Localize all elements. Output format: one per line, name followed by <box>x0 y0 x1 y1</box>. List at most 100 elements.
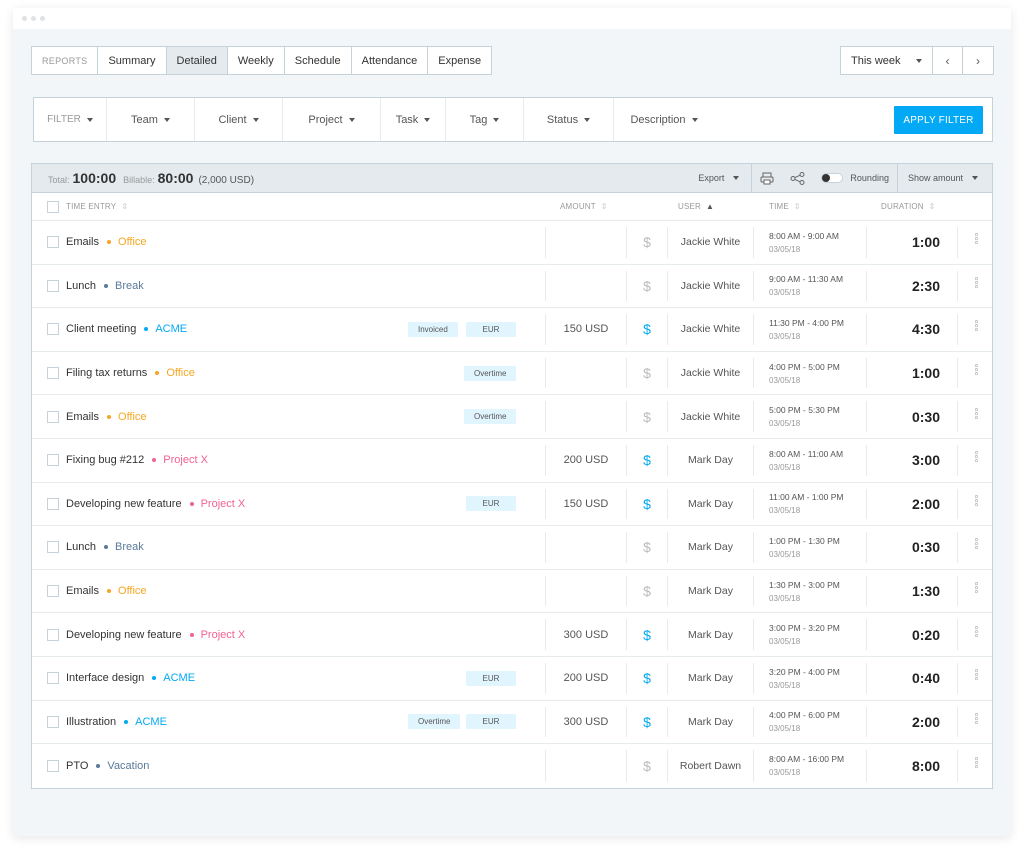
print-button[interactable] <box>752 164 782 192</box>
duration-cell[interactable]: 8:00 <box>867 744 940 788</box>
apply-filter-button[interactable]: APPLY FILTER <box>894 106 983 134</box>
select-all-checkbox[interactable] <box>47 200 59 213</box>
column-time-entry[interactable]: TIME ENTRY ⇳ <box>66 202 128 211</box>
column-time[interactable]: TIME ⇳ <box>769 202 801 211</box>
duration-cell[interactable]: 1:00 <box>867 221 940 264</box>
row-checkbox[interactable] <box>47 483 59 526</box>
entry-project[interactable]: Project X <box>189 629 245 641</box>
table-row[interactable]: Emails Office $ Jackie White 8:00 AM - 9:00 … <box>32 221 992 265</box>
table-row[interactable]: Illustration ACME Overtime EUR 300 USD $ Mark … <box>32 701 992 745</box>
entry-cell[interactable]: Client meeting ACME <box>66 308 187 351</box>
tab-detailed[interactable]: Detailed <box>166 47 228 74</box>
entry-cell[interactable]: Lunch Break <box>66 526 144 569</box>
billable-toggle[interactable]: $ <box>627 526 667 569</box>
row-checkbox[interactable] <box>47 352 59 395</box>
duration-cell[interactable]: 1:00 <box>867 352 940 395</box>
row-checkbox[interactable] <box>47 395 59 438</box>
share-button[interactable] <box>782 164 813 192</box>
billable-toggle[interactable]: $ <box>627 439 667 482</box>
show-amount-dropdown[interactable]: Show amount <box>898 164 992 192</box>
entry-project[interactable]: Project X <box>152 454 208 466</box>
billable-toggle[interactable]: $ <box>627 221 667 264</box>
entry-cell[interactable]: Developing new feature Project X <box>66 483 245 526</box>
tab-weekly[interactable]: Weekly <box>228 47 285 74</box>
row-menu-button[interactable]: ° ° ° <box>958 570 994 613</box>
row-menu-button[interactable]: ° ° ° <box>958 308 994 351</box>
entry-project[interactable]: Break <box>103 541 144 553</box>
entry-cell[interactable]: Developing new feature Project X <box>66 613 245 656</box>
duration-cell[interactable]: 3:00 <box>867 439 940 482</box>
time-cell[interactable]: 9:00 AM - 11:30 AM 03/05/18 <box>769 265 843 308</box>
entry-project[interactable]: ACME <box>152 672 195 684</box>
entry-project[interactable]: Office <box>107 585 147 597</box>
row-checkbox[interactable] <box>47 526 59 569</box>
row-checkbox[interactable] <box>47 701 59 744</box>
table-row[interactable]: Lunch Break $ Mark Day 1:00 PM - 1:30 PM 03/0… <box>32 526 992 570</box>
billable-toggle[interactable]: $ <box>627 657 667 700</box>
duration-cell[interactable]: 1:30 <box>867 570 940 613</box>
entry-project[interactable]: ACME <box>144 323 187 335</box>
table-row[interactable]: Emails Office $ Mark Day 1:30 PM - 3:00 PM 03… <box>32 570 992 614</box>
row-menu-button[interactable]: ° ° ° <box>958 657 994 700</box>
duration-cell[interactable]: 0:20 <box>867 613 940 656</box>
billable-toggle[interactable]: $ <box>627 701 667 744</box>
time-cell[interactable]: 11:30 PM - 4:00 PM 03/05/18 <box>769 308 844 351</box>
row-menu-button[interactable]: ° ° ° <box>958 221 994 264</box>
tab-expense[interactable]: Expense <box>428 47 491 74</box>
table-row[interactable]: Interface design ACME EUR 200 USD $ Mark Day 3… <box>32 657 992 701</box>
billable-toggle[interactable]: $ <box>627 395 667 438</box>
tab-schedule[interactable]: Schedule <box>285 47 352 74</box>
filter-team[interactable]: Team <box>107 98 195 141</box>
row-menu-button[interactable]: ° ° ° <box>958 744 994 788</box>
billable-toggle[interactable]: $ <box>627 570 667 613</box>
tab-attendance[interactable]: Attendance <box>352 47 429 74</box>
entry-project[interactable]: Office <box>107 411 147 423</box>
row-menu-button[interactable]: ° ° ° <box>958 701 994 744</box>
entry-cell[interactable]: Interface design ACME <box>66 657 195 700</box>
next-week-button[interactable]: › <box>963 47 993 74</box>
time-cell[interactable]: 3:20 PM - 4:00 PM 03/05/18 <box>769 657 840 700</box>
table-row[interactable]: Filing tax returns Office Overtime $ Jackie … <box>32 352 992 396</box>
duration-cell[interactable]: 0:30 <box>867 526 940 569</box>
entry-project[interactable]: Project X <box>189 498 245 510</box>
rounding-toggle[interactable]: Rounding <box>813 164 897 192</box>
table-row[interactable]: Lunch Break $ Jackie White 9:00 AM - 11:30 A… <box>32 265 992 309</box>
entry-cell[interactable]: PTO Vacation <box>66 744 149 788</box>
billable-toggle[interactable]: $ <box>627 613 667 656</box>
week-select[interactable]: This week <box>841 47 933 74</box>
duration-cell[interactable]: 4:30 <box>867 308 940 351</box>
row-menu-button[interactable]: ° ° ° <box>958 352 994 395</box>
entry-cell[interactable]: Lunch Break <box>66 265 144 308</box>
time-cell[interactable]: 4:00 PM - 6:00 PM 03/05/18 <box>769 701 840 744</box>
row-checkbox[interactable] <box>47 221 59 264</box>
row-checkbox[interactable] <box>47 613 59 656</box>
filter-status[interactable]: Status <box>524 98 614 141</box>
filter-project[interactable]: Project <box>283 98 381 141</box>
time-cell[interactable]: 8:00 AM - 9:00 AM 03/05/18 <box>769 221 839 264</box>
row-checkbox[interactable] <box>47 657 59 700</box>
table-row[interactable]: Emails Office Overtime $ Jackie White 5:00 PM… <box>32 395 992 439</box>
time-cell[interactable]: 8:00 AM - 11:00 AM 03/05/18 <box>769 439 843 482</box>
row-checkbox[interactable] <box>47 570 59 613</box>
row-checkbox[interactable] <box>47 439 59 482</box>
row-menu-button[interactable]: ° ° ° <box>958 526 994 569</box>
filter-task[interactable]: Task <box>381 98 446 141</box>
table-row[interactable]: Developing new feature Project X EUR 150 US… <box>32 483 992 527</box>
time-cell[interactable]: 4:00 PM - 5:00 PM 03/05/18 <box>769 352 840 395</box>
entry-cell[interactable]: Illustration ACME <box>66 701 167 744</box>
billable-toggle[interactable]: $ <box>627 352 667 395</box>
time-cell[interactable]: 11:00 AM - 1:00 PM 03/05/18 <box>769 483 844 526</box>
entry-cell[interactable]: Emails Office <box>66 570 147 613</box>
table-row[interactable]: Fixing bug #212 Project X 200 USD $ Mark Day… <box>32 439 992 483</box>
filter-description[interactable]: Description <box>614 98 714 141</box>
entry-project[interactable]: Break <box>103 280 144 292</box>
billable-toggle[interactable]: $ <box>627 744 667 788</box>
tab-summary[interactable]: Summary <box>98 47 167 74</box>
row-menu-button[interactable]: ° ° ° <box>958 265 994 308</box>
time-cell[interactable]: 3:00 PM - 3:20 PM 03/05/18 <box>769 613 840 656</box>
row-menu-button[interactable]: ° ° ° <box>958 395 994 438</box>
column-amount[interactable]: AMOUNT ⇳ <box>560 202 608 211</box>
duration-cell[interactable]: 2:30 <box>867 265 940 308</box>
export-dropdown[interactable]: Export <box>688 164 751 192</box>
duration-cell[interactable]: 0:30 <box>867 395 940 438</box>
